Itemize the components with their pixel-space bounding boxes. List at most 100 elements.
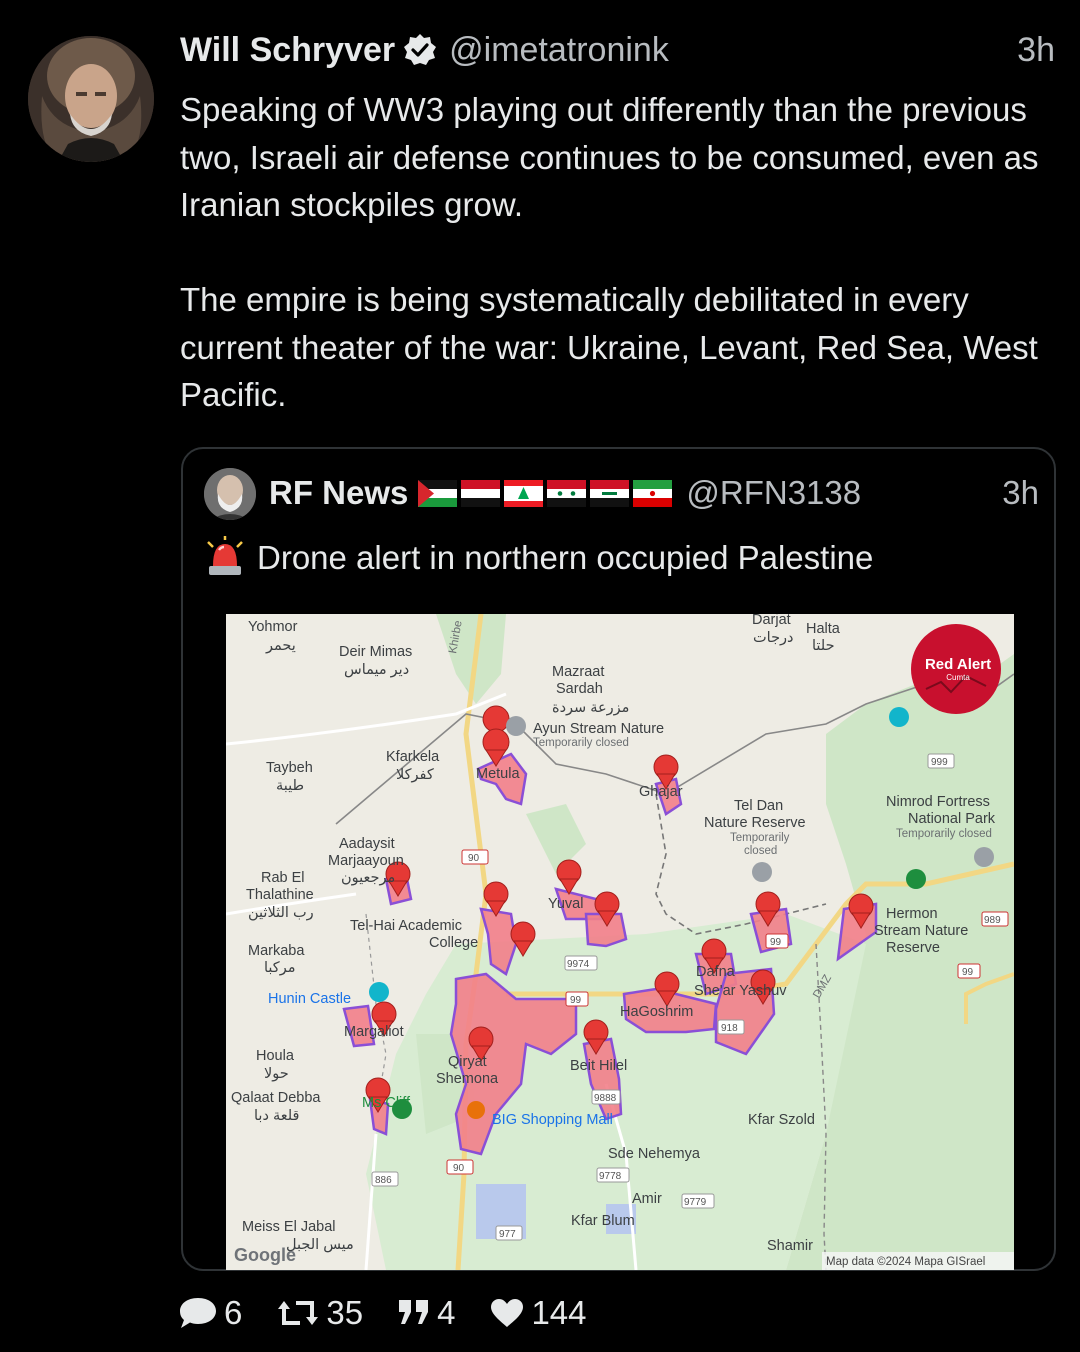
park-poi-icon	[906, 869, 926, 889]
tweet-actions: 6 35 4 144	[178, 1290, 621, 1336]
nature-poi-icon	[506, 716, 526, 736]
author-name[interactable]: Will Schryver	[180, 31, 395, 70]
map-label: مرجعيون	[341, 870, 395, 886]
nature-poi-icon	[752, 862, 772, 882]
map-label: حولا	[264, 1066, 289, 1082]
tweet-timestamp[interactable]: 3h	[1017, 31, 1055, 70]
map-label: طيبة	[276, 778, 304, 794]
retweet-icon	[278, 1301, 319, 1325]
map-label: Tel Dan	[734, 798, 783, 814]
route-shield: 9888	[594, 1093, 617, 1104]
siren-icon	[207, 536, 243, 575]
flag-emojis	[418, 479, 673, 507]
quoted-text: Drone alert in northern occupied Palesti…	[205, 533, 1035, 583]
map-label: Tel-Hai Academic	[350, 918, 462, 934]
map-label: Darjat	[752, 614, 791, 628]
route-shield: 886	[375, 1175, 392, 1186]
map-label: كفركلا	[396, 767, 434, 783]
yemen-flag-icon	[461, 479, 501, 507]
quote-button[interactable]: 4	[397, 1294, 455, 1332]
route-shield: 99	[570, 995, 582, 1006]
quoted-tweet[interactable]: RF News @RFN3138 3h Drone alert in north…	[181, 447, 1056, 1271]
map-attribution: Map data ©2024 Mapa GISrael	[826, 1256, 985, 1268]
tweet-paragraph: The empire is being systematically debil…	[180, 281, 1047, 413]
red-alert-badge-title: Red Alert	[925, 656, 991, 673]
map-label: Taybeh	[266, 760, 313, 776]
route-shield: 999	[931, 757, 948, 768]
map-label: Ms Cliff	[362, 1095, 411, 1111]
map-label: Shamir	[767, 1238, 813, 1254]
map-label: Temporarily closed	[896, 828, 992, 840]
map-label: Temporarily	[730, 832, 790, 844]
route-shield: 99	[770, 937, 782, 948]
map-label: Dafna	[696, 964, 736, 980]
map-label: Kfarkela	[386, 749, 440, 765]
quote-count: 4	[437, 1294, 456, 1331]
lebanon-flag-icon	[504, 479, 544, 507]
map-label: Stream Nature	[874, 923, 968, 939]
route-shield: 989	[984, 915, 1001, 926]
iraq-flag-icon	[590, 479, 630, 507]
map-label: Sde Nehemya	[608, 1146, 701, 1162]
route-shield: 918	[721, 1023, 738, 1034]
like-button[interactable]: 144	[489, 1294, 587, 1332]
retweet-button[interactable]: 35	[276, 1294, 363, 1332]
route-shield: 9778	[599, 1171, 622, 1182]
map-label: Hunin Castle	[268, 991, 351, 1007]
quoted-author-avatar[interactable]	[204, 468, 256, 520]
map-label: Temporarily closed	[533, 737, 629, 749]
tweet-text: Speaking of WW3 playing out differently …	[180, 86, 1050, 419]
map-label: Shemona	[436, 1071, 499, 1087]
camera-poi-icon	[369, 982, 389, 1002]
route-shield: 977	[499, 1229, 516, 1240]
castle-poi-icon	[974, 847, 994, 867]
route-shield: 90	[468, 853, 480, 864]
map-label: She'ar Yashuv	[694, 983, 787, 999]
retweet-count: 35	[326, 1294, 364, 1331]
map-label: Qalaat Debba	[231, 1090, 321, 1106]
map-label: Hermon	[886, 906, 938, 922]
map-label: Mazraat	[552, 664, 604, 680]
map-label: National Park	[908, 811, 996, 827]
map-label: Reserve	[886, 940, 940, 956]
map-label: Nimrod Fortress	[886, 794, 990, 810]
map-label: Metula	[476, 766, 520, 782]
like-count: 144	[531, 1294, 587, 1331]
map-label: Ayun Stream Nature	[533, 721, 664, 737]
map-label: College	[429, 935, 478, 951]
author-handle[interactable]: @imetatronink	[449, 31, 669, 70]
map-label: closed	[744, 845, 777, 857]
map-label: Kfar Blum	[571, 1213, 635, 1229]
iran-flag-icon	[633, 479, 673, 507]
map-label: درجات	[753, 630, 794, 646]
map-label: ميس الجبل	[286, 1237, 354, 1253]
map-label: Nature Reserve	[704, 815, 806, 831]
google-logo: Google	[234, 1245, 296, 1265]
quoted-author-handle[interactable]: @RFN3138	[686, 474, 861, 512]
quote-icon	[399, 1300, 429, 1324]
quoted-timestamp[interactable]: 3h	[1002, 474, 1039, 512]
tweet-header: Will Schryver @imetatronink 3h	[180, 28, 1055, 72]
map-label: قلعة دبا	[254, 1108, 299, 1124]
map-label: مزرعة سردة	[552, 700, 629, 716]
map-image[interactable]: Red Alert Cumta Yohmor يحمر Deir Mimas د…	[226, 614, 1014, 1270]
map-label: Halta	[806, 621, 841, 637]
route-shield: 9974	[567, 959, 590, 970]
map-label: Aadaysit	[339, 836, 395, 852]
heart-icon	[491, 1299, 524, 1327]
quoted-author-name[interactable]: RF News	[269, 474, 408, 512]
author-avatar[interactable]	[28, 36, 154, 162]
route-shield: 99	[962, 967, 974, 978]
reply-button[interactable]: 6	[178, 1294, 242, 1332]
map-label: Rab El	[261, 870, 305, 886]
map-label: دير ميماس	[344, 662, 409, 678]
map-label: Thalathine	[246, 887, 314, 903]
map-label: Yohmor	[248, 619, 298, 635]
map-label: Markaba	[248, 943, 305, 959]
map-label: حلتا	[812, 638, 835, 654]
palestine-flag-icon	[418, 479, 458, 507]
quoted-header: RF News @RFN3138 3h	[269, 469, 1039, 517]
shopping-poi-icon	[467, 1101, 485, 1119]
map-label: Qiryat	[448, 1054, 487, 1070]
map-label: Meiss El Jabal	[242, 1219, 335, 1235]
